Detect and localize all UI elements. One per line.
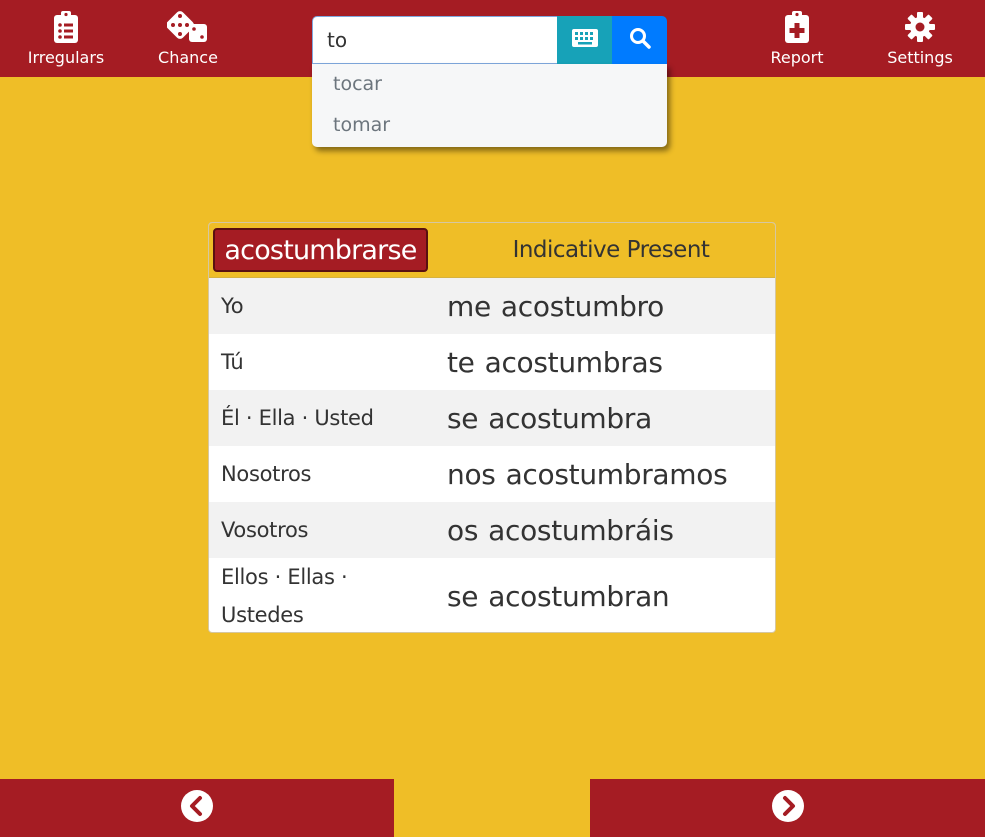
settings-label: Settings <box>887 48 953 67</box>
conjugated-form: acostumbramos <box>505 457 728 491</box>
conjugation-row: Tú te acostumbras <box>209 334 775 390</box>
chevron-right-icon <box>771 790 804 826</box>
dice-icon <box>167 10 209 44</box>
reflexive-pronoun: me <box>447 289 491 323</box>
search-icon <box>629 27 651 53</box>
pronoun: Tú <box>221 350 244 374</box>
conjugation-row: Ellos · Ellas · Ustedes se acostumbran <box>209 558 775 632</box>
verb-form: os acostumbráis <box>447 502 674 558</box>
verb-form: se acostumbra <box>447 390 652 446</box>
keyboard-button[interactable] <box>557 16 613 64</box>
pronoun: Nosotros <box>221 462 312 486</box>
pronoun: Vosotros <box>221 518 309 542</box>
verb-form: te acostumbras <box>447 334 663 390</box>
reflexive-pronoun: nos <box>447 457 496 491</box>
irregulars-button[interactable]: Irregulars <box>11 0 121 77</box>
next-button[interactable] <box>590 779 985 837</box>
report-label: Report <box>770 48 824 67</box>
verb-form: nos acostumbramos <box>447 446 728 502</box>
conjugated-form: acostumbro <box>500 289 664 323</box>
chance-label: Chance <box>158 48 218 67</box>
conjugated-form: acostumbra <box>488 401 652 435</box>
pronoun: Yo <box>221 294 244 318</box>
card-header: acostumbrarse Indicative Present <box>209 223 775 278</box>
verb-badge[interactable]: acostumbrarse <box>213 228 428 272</box>
conjugated-form: acostumbran <box>488 579 670 613</box>
irregulars-label: Irregulars <box>27 48 105 67</box>
suggestion-item[interactable]: tomar <box>312 105 667 146</box>
reflexive-pronoun: se <box>447 401 479 435</box>
gear-icon <box>904 10 936 44</box>
conjugation-row: Él · Ella · Usted se acostumbra <box>209 390 775 446</box>
conjugation-card: acostumbrarse Indicative Present Yo me a… <box>208 222 776 633</box>
conjugation-row: Nosotros nos acostumbramos <box>209 446 775 502</box>
chevron-left-icon <box>181 790 213 826</box>
conjugated-form: acostumbráis <box>488 513 674 547</box>
reflexive-pronoun: os <box>447 513 479 547</box>
conjugation-row: Yo me acostumbro <box>209 278 775 334</box>
clipboard-list-icon <box>54 10 78 44</box>
reflexive-pronoun: te <box>447 345 475 379</box>
verb-form: me acostumbro <box>447 278 664 334</box>
reflexive-pronoun: se <box>447 579 479 613</box>
clipboard-medical-icon <box>785 10 809 44</box>
keyboard-icon <box>572 29 598 51</box>
search-input[interactable] <box>312 16 558 64</box>
report-button[interactable]: Report <box>742 0 852 77</box>
settings-button[interactable]: Settings <box>865 0 975 77</box>
previous-button[interactable] <box>0 779 394 837</box>
tense-label: Indicative Present <box>512 237 710 263</box>
verb-form: se acostumbran <box>447 558 670 632</box>
chance-button[interactable]: Chance <box>133 0 243 77</box>
conjugated-form: acostumbras <box>484 345 663 379</box>
conjugation-row: Vosotros os acostumbráis <box>209 502 775 558</box>
pronoun: Ellos · Ellas · Ustedes <box>221 565 348 627</box>
search-button[interactable] <box>612 16 667 64</box>
pronoun: Él · Ella · Usted <box>221 406 374 430</box>
autocomplete-dropdown: tocar tomar <box>312 64 667 147</box>
suggestion-item[interactable]: tocar <box>312 64 667 105</box>
